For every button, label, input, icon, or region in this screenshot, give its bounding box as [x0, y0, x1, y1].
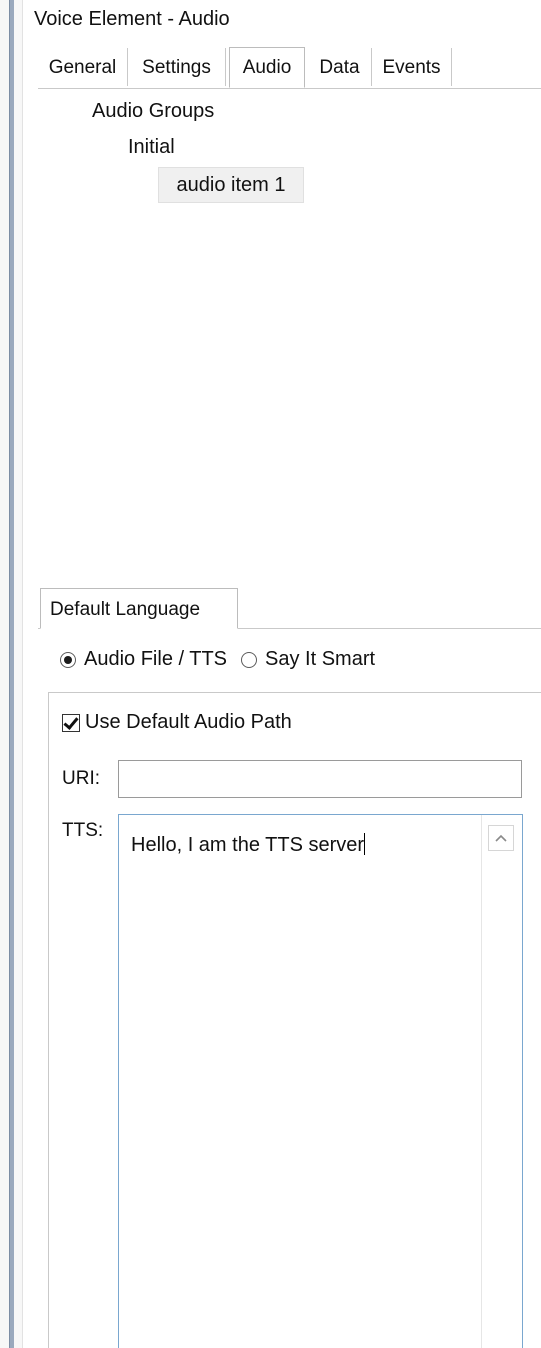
left-panel-edge	[0, 0, 23, 1348]
radio-say-it-smart[interactable]	[241, 651, 258, 668]
audio-mode-radio-group: Audio File / TTS Say It Smart	[60, 648, 375, 671]
language-tab-strip: Default Language	[38, 588, 541, 629]
window-title: Voice Element - Audio	[34, 8, 230, 30]
text-caret	[364, 833, 366, 855]
tab-default-language[interactable]: Default Language	[40, 588, 238, 629]
radio-audio-file-tts[interactable]	[60, 651, 76, 668]
uri-input[interactable]	[118, 760, 522, 798]
tab-events[interactable]: Events	[372, 48, 452, 86]
tree-node-audio-groups[interactable]: Audio Groups	[92, 100, 214, 123]
tab-data[interactable]: Data	[308, 48, 372, 86]
tts-text-value: Hello, I am the TTS server	[131, 834, 365, 856]
tree-node-audio-item[interactable]: audio item 1	[158, 167, 304, 203]
tts-scrollbar[interactable]	[481, 815, 522, 1348]
use-default-audio-path-label[interactable]: Use Default Audio Path	[85, 711, 292, 734]
element-tab-strip: General Settings Audio Data Events	[38, 47, 541, 89]
use-default-audio-path-row: Use Default Audio Path	[62, 711, 292, 734]
use-default-audio-path-checkbox[interactable]	[62, 713, 80, 732]
tab-audio[interactable]: Audio	[229, 47, 305, 88]
radio-say-it-smart-label[interactable]: Say It Smart	[265, 648, 375, 671]
tts-label: TTS:	[62, 820, 104, 841]
chevron-up-icon	[495, 834, 507, 842]
tts-textarea[interactable]: Hello, I am the TTS server	[118, 814, 523, 1348]
tab-general[interactable]: General	[38, 48, 128, 86]
uri-label: URI:	[62, 768, 100, 789]
scroll-up-button[interactable]	[488, 825, 514, 851]
tab-settings[interactable]: Settings	[128, 48, 226, 86]
splitter-handle[interactable]	[9, 0, 14, 1348]
radio-audio-file-tts-label[interactable]: Audio File / TTS	[84, 648, 227, 671]
tree-node-initial[interactable]: Initial	[128, 136, 175, 159]
